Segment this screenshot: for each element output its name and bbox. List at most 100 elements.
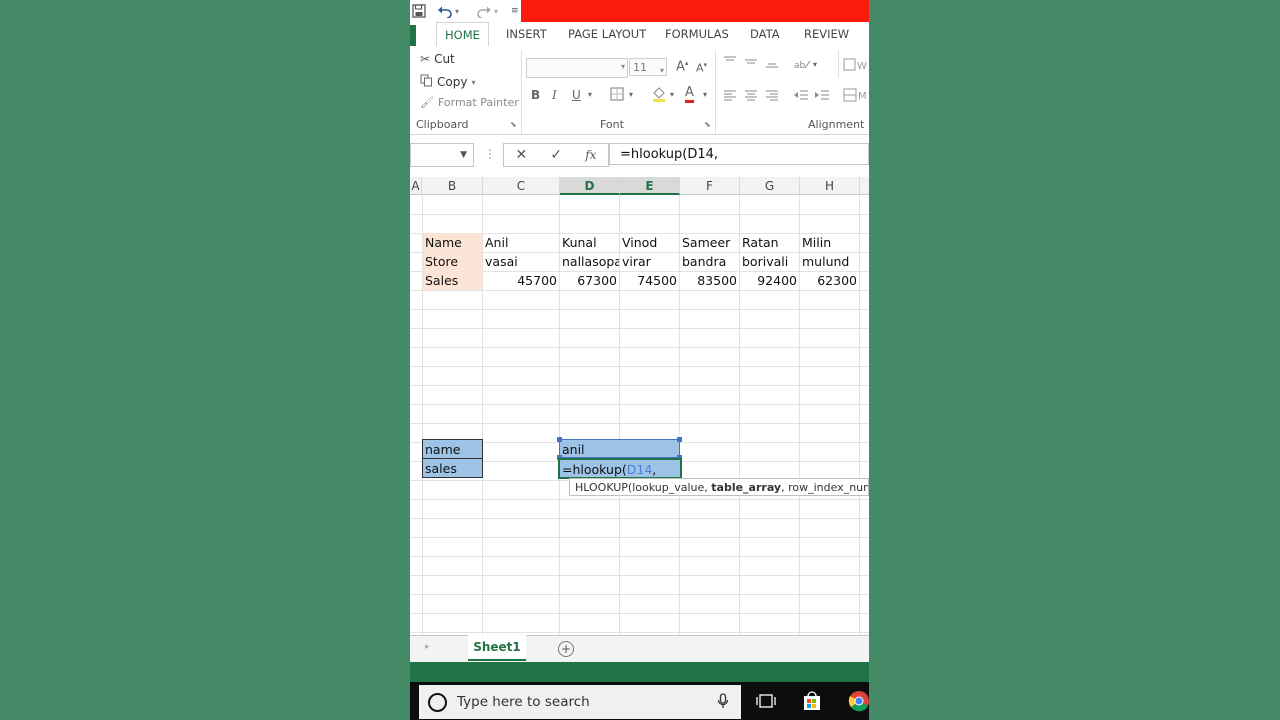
underline-button[interactable]: U: [572, 88, 581, 102]
bold-button[interactable]: B: [531, 88, 540, 102]
sheet-tab-sheet1[interactable]: Sheet1: [468, 635, 526, 661]
font-color-icon[interactable]: A: [685, 86, 694, 103]
tab-home[interactable]: HOME: [436, 22, 489, 48]
save-icon[interactable]: [412, 0, 426, 22]
merge-center-icon[interactable]: M: [843, 88, 869, 105]
orientation-icon[interactable]: ab: [794, 58, 812, 73]
insert-function-button[interactable]: fx: [585, 148, 596, 162]
cell[interactable]: nallasopa: [560, 252, 619, 271]
wrap-text-icon[interactable]: W: [843, 58, 869, 75]
name-box[interactable]: ▼: [410, 143, 474, 167]
formula-input[interactable]: =hlookup(D14,: [609, 143, 869, 165]
align-center-icon[interactable]: [744, 89, 758, 104]
tooltip-arg1[interactable]: lookup_value,: [632, 481, 711, 494]
cell[interactable]: mulund: [800, 252, 859, 271]
dialog-launcher-icon[interactable]: ⬊: [510, 120, 517, 129]
referenced-range-d14[interactable]: anil: [559, 439, 680, 458]
decrease-indent-icon[interactable]: [793, 89, 809, 104]
cell[interactable]: Sameer: [680, 233, 739, 252]
cancel-icon[interactable]: ✕: [516, 147, 528, 163]
scroll-left-icon[interactable]: ▸: [425, 642, 430, 652]
chevron-down-icon[interactable]: ▾: [813, 60, 817, 69]
active-cell-editor[interactable]: =hlookup(D14,: [558, 458, 682, 479]
column-header-d[interactable]: D: [560, 177, 620, 195]
cell-label-store[interactable]: Store: [423, 252, 482, 271]
tab-review[interactable]: REVIEW: [796, 22, 857, 46]
task-view-icon[interactable]: [756, 693, 776, 713]
column-header-a[interactable]: A: [410, 177, 422, 195]
cell[interactable]: 45700: [483, 271, 559, 290]
store-icon[interactable]: [803, 691, 821, 715]
tooltip-function[interactable]: HLOOKUP(: [575, 481, 632, 494]
cell[interactable]: vasai: [483, 252, 559, 271]
cell-label-name[interactable]: Name: [423, 233, 482, 252]
top-align-icon[interactable]: [723, 56, 737, 71]
chevron-down-icon[interactable]: ▾: [588, 90, 592, 99]
cell[interactable]: borivali: [740, 252, 799, 271]
column-header-g[interactable]: G: [740, 177, 800, 195]
font-name-select[interactable]: ▾: [526, 58, 628, 78]
font-size-select[interactable]: 11 ▾: [629, 58, 667, 76]
column-header-h[interactable]: H: [800, 177, 860, 195]
undo-icon[interactable]: ▾: [437, 0, 459, 22]
scissors-icon: ✂: [420, 52, 431, 66]
cell[interactable]: 74500: [620, 271, 679, 290]
cell[interactable]: Ratan: [740, 233, 799, 252]
cell[interactable]: 83500: [680, 271, 739, 290]
redo-icon[interactable]: ▾: [476, 0, 498, 22]
chevron-down-icon[interactable]: ▾: [629, 90, 633, 99]
column-header-b[interactable]: B: [422, 177, 483, 195]
cell[interactable]: Anil: [483, 233, 559, 252]
enter-icon[interactable]: ✓: [550, 147, 562, 163]
bottom-align-icon[interactable]: [765, 56, 779, 73]
add-sheet-icon[interactable]: +: [558, 641, 574, 657]
tooltip-rest[interactable]: , row_index_num, [ran: [781, 481, 868, 494]
file-tab[interactable]: [410, 25, 416, 46]
customize-qat-icon[interactable]: ≡: [511, 0, 519, 22]
column-header-e[interactable]: E: [620, 177, 680, 195]
range-handle[interactable]: [557, 437, 562, 442]
more-options-icon[interactable]: ⋮: [484, 147, 496, 161]
cell[interactable]: 92400: [740, 271, 799, 290]
windows-taskbar: Type here to search: [410, 682, 869, 720]
dialog-launcher-icon[interactable]: ⬊: [704, 120, 711, 129]
cell[interactable]: Kunal: [560, 233, 619, 252]
cell[interactable]: 67300: [560, 271, 619, 290]
align-left-icon[interactable]: [723, 89, 737, 104]
fill-color-icon[interactable]: [651, 86, 667, 105]
tab-insert[interactable]: INSERT: [498, 22, 555, 46]
chevron-down-icon[interactable]: ▾: [703, 90, 707, 99]
range-handle[interactable]: [677, 437, 682, 442]
italic-button[interactable]: I: [552, 88, 557, 102]
taskbar-search[interactable]: Type here to search: [419, 685, 741, 719]
grow-font-button[interactable]: A▴: [676, 59, 688, 74]
cell[interactable]: 62300: [800, 271, 859, 290]
tooltip-arg-current[interactable]: table_array: [711, 481, 781, 494]
column-header-f[interactable]: F: [680, 177, 740, 195]
middle-align-icon[interactable]: [744, 56, 758, 71]
copy-button[interactable]: Copy ▾: [420, 74, 475, 90]
worksheet-grid[interactable]: A B C D E F G H Name Anil Kunal Vinod Sa…: [410, 177, 869, 635]
gridline: [410, 290, 869, 291]
format-painter-button[interactable]: 🖌 Format Painter: [420, 96, 519, 109]
cell[interactable]: Vinod: [620, 233, 679, 252]
cell[interactable]: bandra: [680, 252, 739, 271]
cut-button[interactable]: ✂ Cut: [420, 52, 455, 66]
cell[interactable]: virar: [620, 252, 679, 271]
tab-data[interactable]: DATA: [742, 22, 788, 46]
align-right-icon[interactable]: [765, 89, 779, 104]
cell[interactable]: Milin: [800, 233, 859, 252]
cell-name-label[interactable]: name: [422, 439, 483, 459]
column-header-next[interactable]: [860, 177, 869, 195]
shrink-font-button[interactable]: A▾: [696, 61, 707, 75]
chevron-down-icon[interactable]: ▾: [670, 90, 674, 99]
chrome-icon[interactable]: [848, 690, 869, 716]
borders-icon[interactable]: [610, 87, 624, 104]
microphone-icon[interactable]: [717, 693, 729, 713]
column-header-c[interactable]: C: [483, 177, 560, 195]
cell-sales-label[interactable]: sales: [422, 458, 483, 478]
increase-indent-icon[interactable]: [814, 89, 830, 104]
cell-label-sales[interactable]: Sales: [423, 271, 482, 290]
tab-formulas[interactable]: FORMULAS: [657, 22, 737, 46]
tab-page-layout[interactable]: PAGE LAYOUT: [560, 22, 654, 46]
